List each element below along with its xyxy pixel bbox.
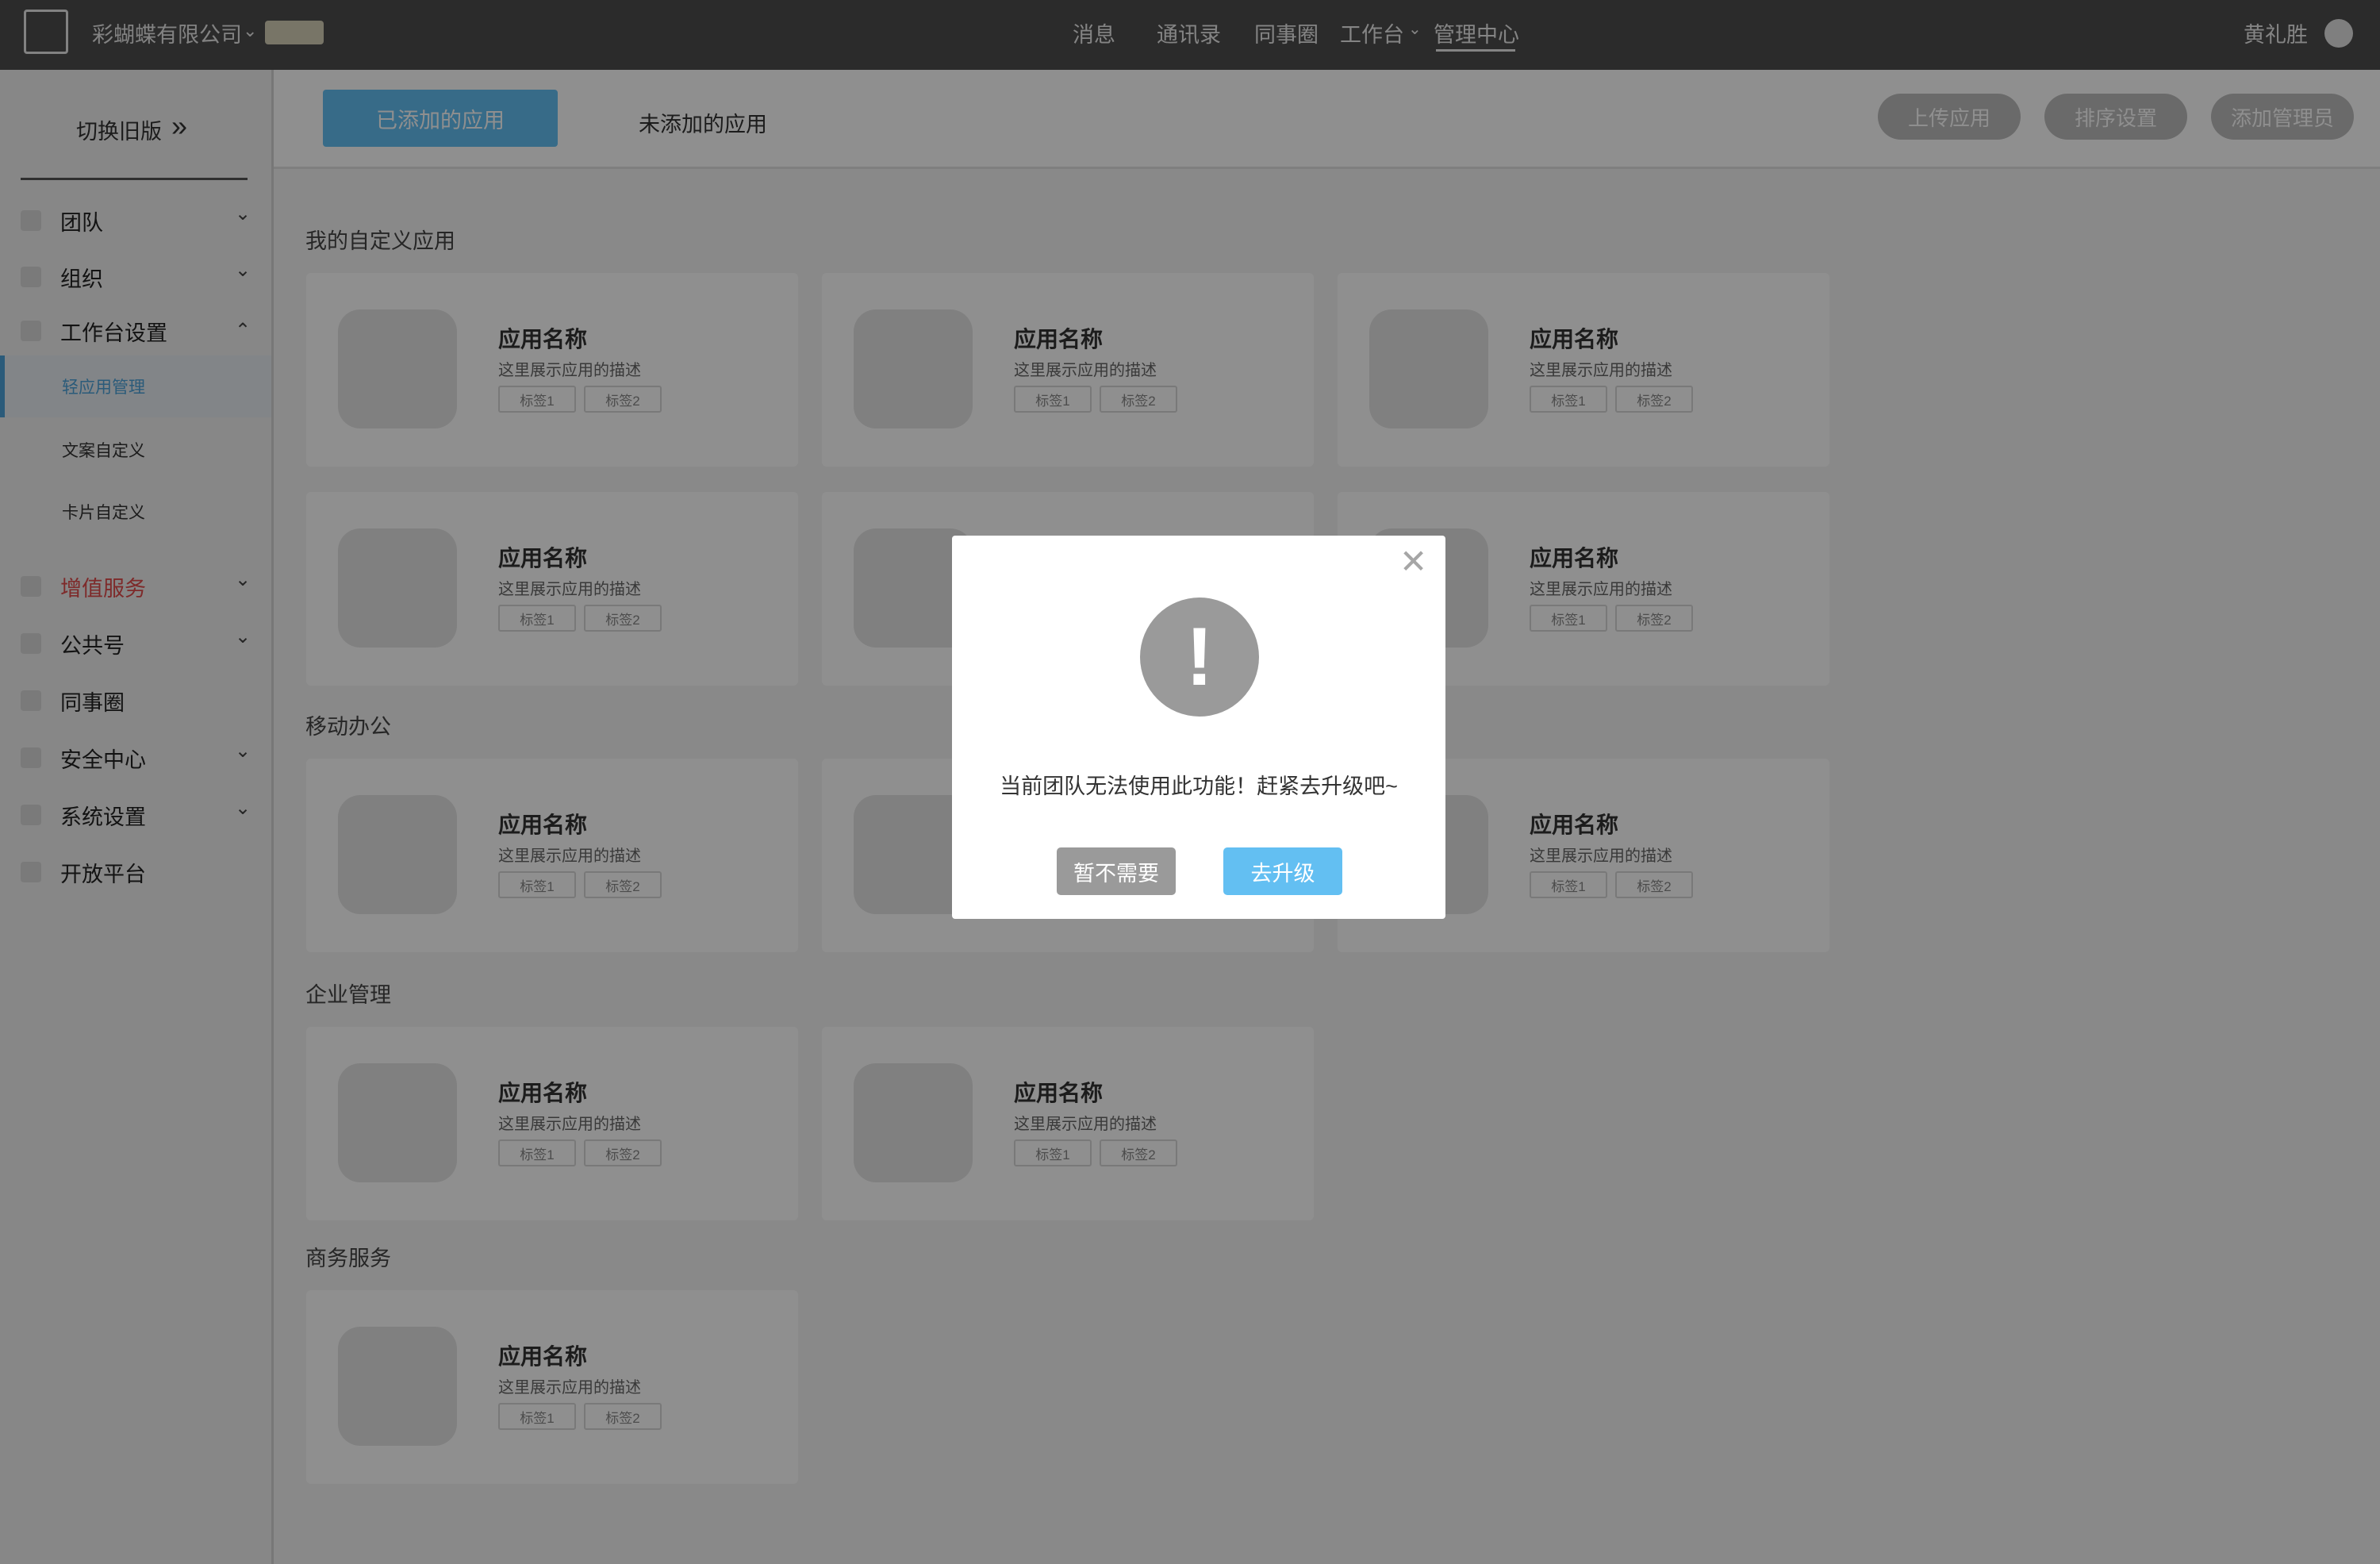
modal-message: 当前团队无法使用此功能！赶紧去升级吧~ xyxy=(1000,774,1398,798)
upgrade-modal: ✕ ! 当前团队无法使用此功能！赶紧去升级吧~ 暂不需要 去升级 xyxy=(952,536,1445,919)
upgrade-button[interactable]: 去升级 xyxy=(1223,847,1342,895)
cancel-button[interactable]: 暂不需要 xyxy=(1057,847,1176,895)
close-icon[interactable]: ✕ xyxy=(1399,545,1427,578)
exclamation-icon: ! xyxy=(1140,598,1259,717)
